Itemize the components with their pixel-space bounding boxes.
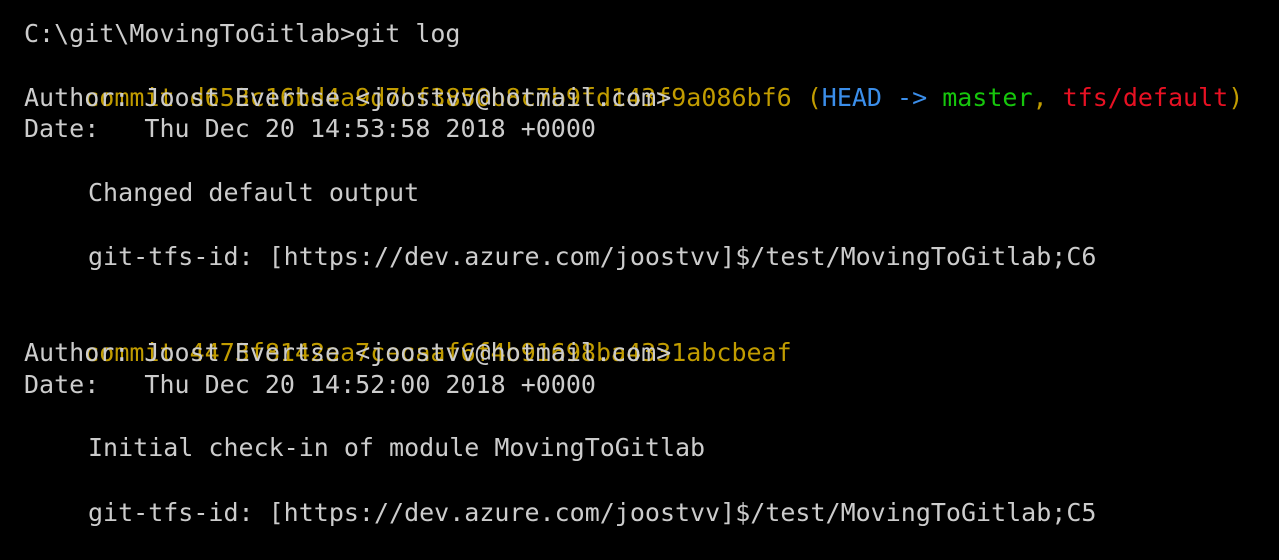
author-line-1: Author: Joost Evertse <joostvv@hotmail.c… [24, 83, 672, 112]
head-ref: HEAD -> [821, 83, 943, 112]
terminal-window[interactable]: C:\git\MovingToGitlab>git log commit d65… [0, 0, 1279, 560]
commit-message-2: Initial check-in of module MovingToGitla… [88, 433, 706, 462]
refs-close-paren: ) [1228, 83, 1244, 112]
tfs-id-line-1: git-tfs-id: [https://dev.azure.com/joost… [88, 242, 1097, 271]
date-line-2: Date: Thu Dec 20 14:52:00 2018 +0000 [24, 370, 596, 399]
branch-ref: master [942, 83, 1033, 112]
refs-open-paren: ( [806, 83, 822, 112]
commit-header-2: commit 4473f8142aa7cecaaf6f4b91698ba4331… [24, 305, 791, 367]
commit-message-1: Changed default output [88, 178, 420, 207]
refs-separator: , [1032, 83, 1063, 112]
remote-ref: tfs/default [1062, 83, 1229, 112]
date-line-1: Date: Thu Dec 20 14:53:58 2018 +0000 [24, 114, 596, 143]
author-line-2: Author: Joost Evertse <joostvv@hotmail.c… [24, 338, 672, 367]
commit-header-1: commit d653c16bd4a9d7bf3850b8c7b9fd143f9… [24, 50, 1243, 112]
prompt-line: C:\git\MovingToGitlab>git log [24, 19, 461, 48]
tfs-id-line-2: git-tfs-id: [https://dev.azure.com/joost… [88, 498, 1097, 527]
